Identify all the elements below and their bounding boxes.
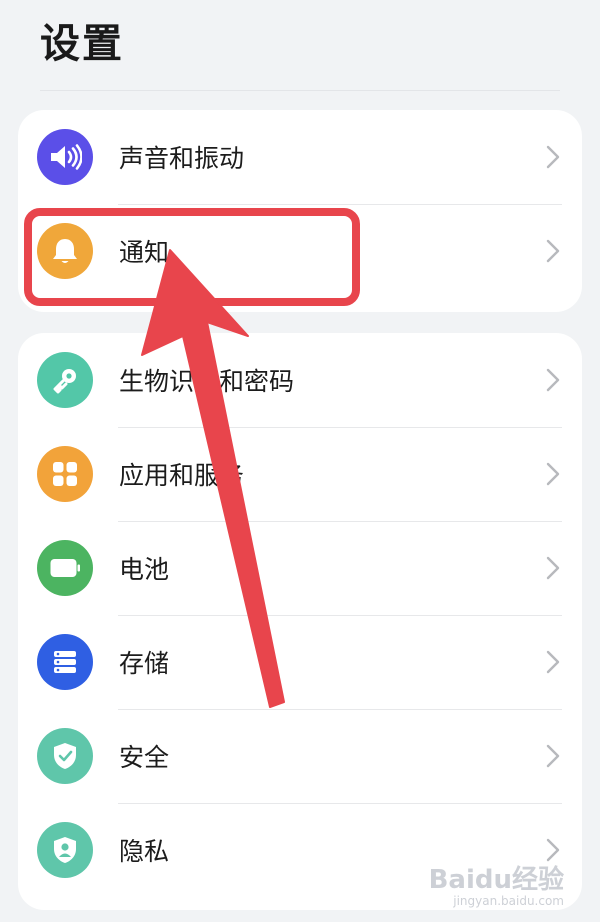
- chevron-right-icon: [546, 650, 560, 674]
- settings-item-label: 通知: [119, 238, 170, 267]
- divider: [118, 521, 562, 522]
- divider: [118, 709, 562, 710]
- settings-item-security[interactable]: 安全: [18, 709, 582, 803]
- divider: [118, 615, 562, 616]
- watermark-url: jingyan.baidu.com: [453, 894, 564, 908]
- chevron-right-icon: [546, 556, 560, 580]
- settings-item-notifications[interactable]: 通知: [18, 204, 582, 298]
- settings-item-apps-services[interactable]: 应用和服务: [18, 427, 582, 521]
- shield-icon: [37, 728, 93, 784]
- chevron-right-icon: [546, 368, 560, 392]
- settings-item-biometrics-password[interactable]: 生物识别和密码: [18, 333, 582, 427]
- watermark: Baidu经验 jingyan.baidu.com: [429, 866, 564, 908]
- settings-item-label: 隐私: [119, 837, 170, 866]
- settings-item-label: 生物识别和密码: [119, 367, 295, 396]
- speaker-icon: [37, 129, 93, 185]
- settings-group-1: 声音和振动 通知: [18, 110, 582, 312]
- settings-item-storage[interactable]: 存储: [18, 615, 582, 709]
- page-title: 设置: [40, 21, 124, 67]
- battery-icon: [37, 540, 93, 596]
- settings-item-battery[interactable]: 电池: [18, 521, 582, 615]
- chevron-right-icon: [546, 145, 560, 169]
- divider: [118, 803, 562, 804]
- privacy-user-icon: [37, 822, 93, 878]
- settings-item-label: 声音和振动: [119, 144, 245, 173]
- key-icon: [37, 352, 93, 408]
- storage-icon: [37, 634, 93, 690]
- settings-item-label: 应用和服务: [119, 461, 245, 490]
- divider: [118, 427, 562, 428]
- title-divider: [40, 90, 560, 91]
- chevron-right-icon: [546, 239, 560, 263]
- settings-item-sound-vibration[interactable]: 声音和振动: [18, 110, 582, 204]
- watermark-logo: Baidu经验: [428, 865, 564, 895]
- settings-item-label: 电池: [119, 555, 170, 584]
- bell-icon: [37, 223, 93, 279]
- apps-grid-icon: [37, 446, 93, 502]
- chevron-right-icon: [546, 462, 560, 486]
- settings-group-2: 生物识别和密码 应用和服务 电池 存储 安全 隐私: [18, 333, 582, 910]
- divider: [118, 204, 562, 205]
- chevron-right-icon: [546, 838, 560, 862]
- chevron-right-icon: [546, 744, 560, 768]
- settings-item-label: 安全: [119, 743, 170, 772]
- settings-item-label: 存储: [119, 649, 170, 678]
